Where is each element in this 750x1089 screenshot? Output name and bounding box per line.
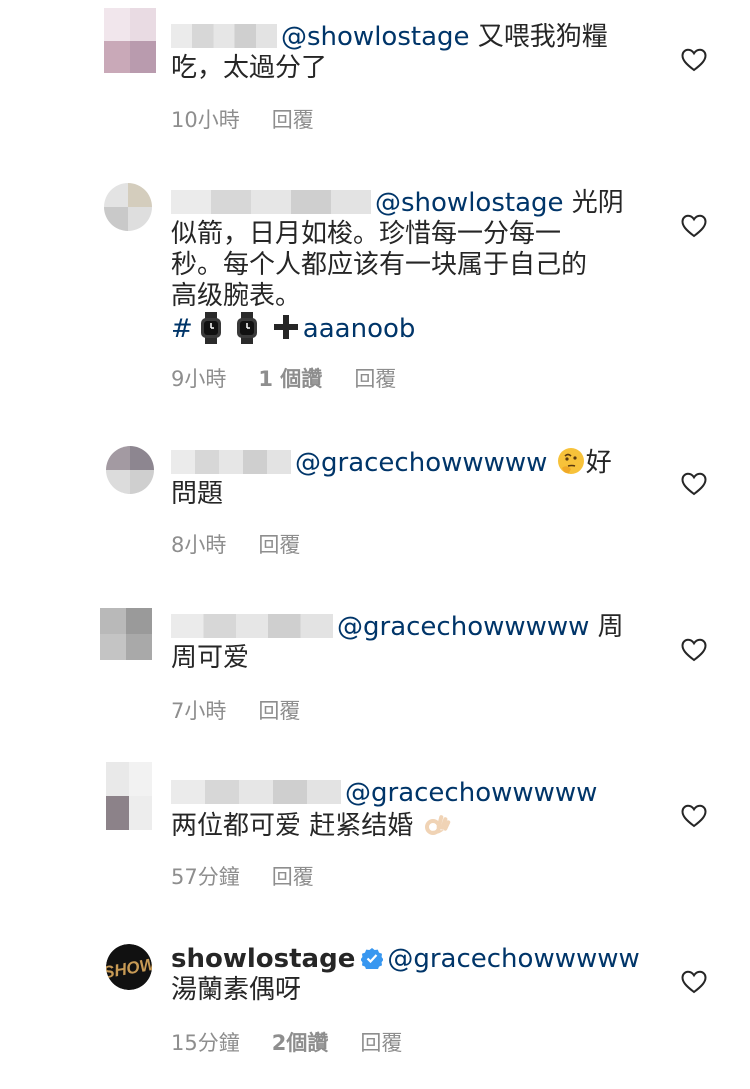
avatar[interactable]	[100, 608, 152, 660]
comment-text: 两位都可爱 赶紧结婚	[171, 811, 414, 841]
comment-time[interactable]: 57分鐘	[171, 865, 240, 889]
comment-body: @gracechowwwww 两位都可爱 赶紧结婚	[171, 778, 641, 842]
ok-hand-emoji-icon	[424, 815, 450, 835]
comment-text: 湯蘭素偶呀	[171, 975, 302, 1005]
comment-text: 似箭，日月如梭。珍惜每一分每一	[171, 219, 562, 249]
comment-time[interactable]: 15分鐘	[171, 1031, 240, 1055]
comment-meta: 15分鐘 2個讚 回覆	[171, 1027, 434, 1057]
reply-button[interactable]: 回覆	[272, 865, 314, 889]
mention-link[interactable]: @showlostage	[281, 22, 470, 52]
heart-icon[interactable]	[681, 804, 707, 828]
comment-text: 吃，太過分了	[171, 53, 328, 83]
avatar[interactable]	[104, 8, 156, 73]
comment-body: showlostage @gracechowwwww 湯蘭素偶呀	[171, 944, 641, 1006]
comment-text: 周可爱	[171, 643, 250, 673]
redacted-username[interactable]	[171, 190, 371, 214]
comment-meta: 9小時 1 個讚 回覆	[171, 363, 428, 393]
thinking-face-emoji-icon	[557, 448, 584, 474]
watch-emoji-icon	[200, 312, 221, 344]
comment-body: @showlostage 又喂我狗糧 吃，太過分了	[171, 22, 641, 84]
comment-meta: 10小時 回覆	[171, 104, 346, 134]
mention-link[interactable]: @gracechowwwww	[295, 448, 547, 478]
comment-meta: 57分鐘 回覆	[171, 861, 346, 891]
comment-text: 秒。每个人都应该有一块属于自己的	[171, 250, 588, 280]
mention-link[interactable]: @showlostage	[375, 188, 564, 218]
redacted-username[interactable]	[171, 614, 333, 638]
mention-link[interactable]: @gracechowwwww	[387, 944, 639, 974]
heart-icon[interactable]	[681, 472, 707, 496]
comment-text: 高级腕表。	[171, 281, 302, 311]
heart-icon[interactable]	[681, 214, 707, 238]
heart-icon[interactable]	[681, 970, 707, 994]
hash-symbol: #	[171, 314, 193, 344]
mention-link[interactable]: @gracechowwwww	[345, 778, 597, 808]
heart-icon[interactable]	[681, 638, 707, 662]
heavy-plus-sign-icon	[273, 315, 298, 339]
avatar[interactable]	[104, 183, 152, 231]
likes-count[interactable]: 2個讚	[272, 1031, 329, 1055]
comment-text: 周	[589, 612, 624, 642]
hashtag-link[interactable]: #	[171, 312, 265, 344]
redacted-username[interactable]	[171, 450, 291, 474]
showlostage-avatar-logo[interactable]: SHOW	[106, 944, 152, 990]
reply-button[interactable]: 回覆	[354, 367, 396, 391]
reply-button[interactable]: 回覆	[258, 533, 300, 557]
reply-button[interactable]: 回覆	[272, 108, 314, 132]
comment-text: 又喂我狗糧	[469, 22, 608, 52]
mention-link[interactable]: @gracechowwwww	[337, 612, 589, 642]
comment-time[interactable]: 7小時	[171, 699, 226, 723]
username-link[interactable]: showlostage	[171, 944, 355, 974]
comment-text: 好	[585, 448, 612, 478]
comment-time[interactable]: 8小時	[171, 533, 226, 557]
reply-button[interactable]: 回覆	[360, 1031, 402, 1055]
redacted-username[interactable]	[171, 780, 341, 804]
comment-text: 問題	[171, 479, 224, 509]
redacted-username[interactable]	[171, 24, 277, 48]
comment-text: 光阴	[563, 188, 624, 218]
comment-meta: 8小時 回覆	[171, 529, 332, 559]
avatar[interactable]	[106, 762, 152, 830]
comment-body: @showlostage 光阴 似箭，日月如梭。珍惜每一分每一 秒。每个人都应该…	[171, 188, 641, 345]
verified-badge-icon	[361, 948, 384, 969]
comment-time[interactable]: 9小時	[171, 367, 226, 391]
comment-meta: 7小時 回覆	[171, 695, 332, 725]
comment-body: @gracechowwwww 周 周可爱	[171, 612, 641, 674]
tag-text[interactable]: aaanoob	[303, 314, 416, 344]
avatar[interactable]	[106, 446, 154, 494]
comment-time[interactable]: 10小時	[171, 108, 240, 132]
likes-count[interactable]: 1 個讚	[258, 367, 322, 391]
reply-button[interactable]: 回覆	[258, 699, 300, 723]
heart-icon[interactable]	[681, 48, 707, 72]
comment-body: @gracechowwwww 好 問題	[171, 446, 641, 510]
watch-emoji-icon	[236, 312, 257, 344]
